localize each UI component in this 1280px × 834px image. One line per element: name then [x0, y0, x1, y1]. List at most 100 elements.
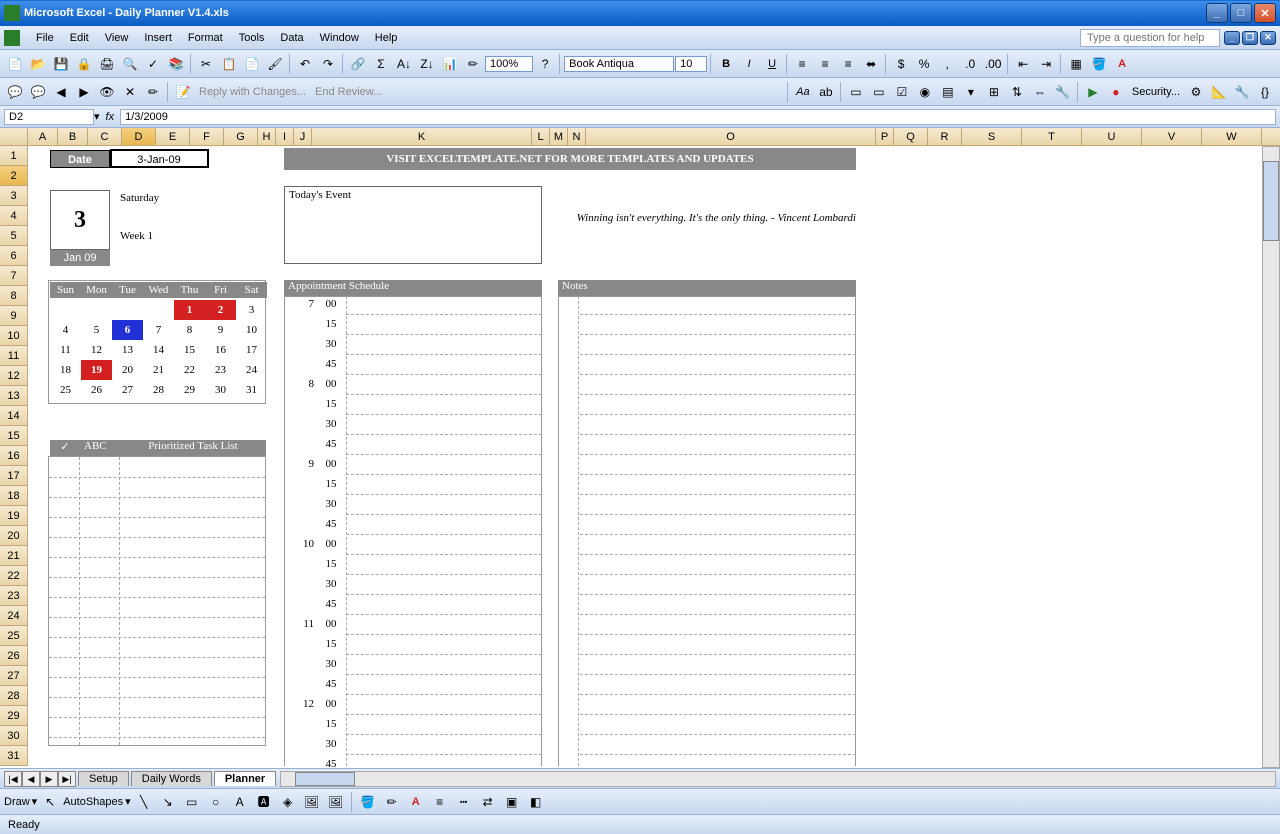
tab-last-icon[interactable]: ▶| [58, 771, 76, 787]
col-header-K[interactable]: K [312, 128, 532, 145]
col-header-M[interactable]: M [550, 128, 568, 145]
percent-icon[interactable]: % [913, 53, 935, 75]
fontcolor-draw-icon[interactable]: A [405, 791, 427, 813]
code-icon[interactable]: {} [1254, 81, 1276, 103]
comma-icon[interactable]: , [936, 53, 958, 75]
name-box[interactable]: D2 [4, 109, 94, 125]
control-check-icon[interactable]: ☑ [891, 81, 913, 103]
col-header-W[interactable]: W [1202, 128, 1262, 145]
picture-icon[interactable]: 🖼 [325, 791, 347, 813]
row-header-21[interactable]: 21 [0, 546, 28, 566]
font-color-icon[interactable]: A [1111, 53, 1133, 75]
col-header-G[interactable]: G [224, 128, 258, 145]
sort-asc-icon[interactable]: A↓ [393, 53, 415, 75]
row-header-16[interactable]: 16 [0, 446, 28, 466]
end-review-label[interactable]: End Review... [311, 86, 386, 98]
control-list-icon[interactable]: ▤ [937, 81, 959, 103]
ink-icon[interactable]: ✏ [142, 81, 164, 103]
doc-close-button[interactable]: ✕ [1260, 31, 1276, 45]
undo-icon[interactable]: ↶ [294, 53, 316, 75]
linestyle-icon[interactable]: ≡ [429, 791, 451, 813]
cal-cell[interactable]: 11 [50, 340, 81, 360]
col-header-D[interactable]: D [122, 128, 156, 145]
fill-color-icon[interactable]: 🪣 [1088, 53, 1110, 75]
date-value-cell[interactable]: 3-Jan-09 [110, 150, 208, 168]
app-menu-icon[interactable] [4, 30, 20, 46]
column-headers[interactable]: ABCDEFGHIJKLMNOPQRSTUVW [0, 128, 1280, 146]
col-header-C[interactable]: C [88, 128, 122, 145]
cal-cell[interactable]: 17 [236, 340, 267, 360]
row-header-9[interactable]: 9 [0, 306, 28, 326]
cal-cell[interactable]: 23 [205, 360, 236, 380]
row-header-27[interactable]: 27 [0, 666, 28, 686]
arrow-icon[interactable]: ↘ [157, 791, 179, 813]
rectangle-icon[interactable]: ▭ [181, 791, 203, 813]
merge-icon[interactable]: ⬌ [860, 53, 882, 75]
vba-icon[interactable]: ⚙ [1185, 81, 1207, 103]
cal-cell[interactable]: 27 [112, 380, 143, 400]
col-header-Q[interactable]: Q [894, 128, 928, 145]
cal-cell[interactable]: 22 [174, 360, 205, 380]
dec-indent-icon[interactable]: ⇤ [1012, 53, 1034, 75]
hscroll-thumb[interactable] [295, 772, 355, 786]
fillcolor-icon[interactable]: 🪣 [357, 791, 379, 813]
drawing-icon[interactable]: ✏ [462, 53, 484, 75]
permission-icon[interactable]: 🔒 [73, 53, 95, 75]
row-header-19[interactable]: 19 [0, 506, 28, 526]
control-label-icon[interactable]: Aa [792, 81, 814, 103]
row-header-12[interactable]: 12 [0, 366, 28, 386]
save-icon[interactable]: 💾 [50, 53, 72, 75]
reply-changes-label[interactable]: Reply with Changes... [195, 86, 310, 98]
dashstyle-icon[interactable]: ┅ [453, 791, 475, 813]
bold-icon[interactable]: B [715, 53, 737, 75]
col-header-V[interactable]: V [1142, 128, 1202, 145]
menu-data[interactable]: Data [272, 30, 311, 46]
cal-cell[interactable]: 25 [50, 380, 81, 400]
maximize-button[interactable]: □ [1230, 3, 1252, 23]
row-header-25[interactable]: 25 [0, 626, 28, 646]
zoom-selector[interactable]: 100% [485, 56, 533, 72]
arrowstyle-icon[interactable]: ⇄ [477, 791, 499, 813]
row-header-13[interactable]: 13 [0, 386, 28, 406]
minimize-button[interactable]: _ [1206, 3, 1228, 23]
select-objects-icon[interactable]: ↖ [39, 791, 61, 813]
show-all-icon[interactable]: 👁 [96, 81, 118, 103]
todays-event-box[interactable]: Today's Event [284, 186, 542, 264]
wordart-icon[interactable]: 🅰 [253, 791, 275, 813]
autosum-icon[interactable]: Σ [370, 53, 392, 75]
col-header-A[interactable]: A [28, 128, 58, 145]
diagram-icon[interactable]: ◈ [277, 791, 299, 813]
oval-icon[interactable]: ○ [205, 791, 227, 813]
draw-menu[interactable]: Draw [4, 796, 30, 808]
row-header-15[interactable]: 15 [0, 426, 28, 446]
row-header-23[interactable]: 23 [0, 586, 28, 606]
doc-minimize-button[interactable]: _ [1224, 31, 1240, 45]
row-header-29[interactable]: 29 [0, 706, 28, 726]
cal-cell[interactable]: 5 [81, 320, 112, 340]
scroll-thumb[interactable] [1263, 161, 1279, 241]
row-header-17[interactable]: 17 [0, 466, 28, 486]
italic-icon[interactable]: I [738, 53, 760, 75]
task-list-area[interactable] [48, 456, 266, 746]
cal-cell[interactable]: 18 [50, 360, 81, 380]
col-header-H[interactable]: H [258, 128, 276, 145]
cal-cell[interactable]: 4 [50, 320, 81, 340]
col-header-N[interactable]: N [568, 128, 586, 145]
control-option-icon[interactable]: ◉ [914, 81, 936, 103]
tab-prev-icon[interactable]: ◀ [22, 771, 40, 787]
preview-icon[interactable]: 🔍 [119, 53, 141, 75]
help-icon[interactable]: ? [534, 53, 556, 75]
menu-insert[interactable]: Insert [136, 30, 180, 46]
row-header-14[interactable]: 14 [0, 406, 28, 426]
row-header-1[interactable]: 1 [0, 146, 28, 166]
cal-cell[interactable]: 24 [236, 360, 267, 380]
autoshapes-menu[interactable]: AutoShapes [63, 796, 123, 808]
design-mode-icon[interactable]: 📐 [1208, 81, 1230, 103]
col-header-E[interactable]: E [156, 128, 190, 145]
cut-icon[interactable]: ✂ [195, 53, 217, 75]
line-icon[interactable]: ╲ [133, 791, 155, 813]
shadow-icon[interactable]: ▣ [501, 791, 523, 813]
row-header-2[interactable]: 2 [0, 166, 28, 186]
align-center-icon[interactable]: ≡ [814, 53, 836, 75]
next-comment-icon[interactable]: ▶ [73, 81, 95, 103]
